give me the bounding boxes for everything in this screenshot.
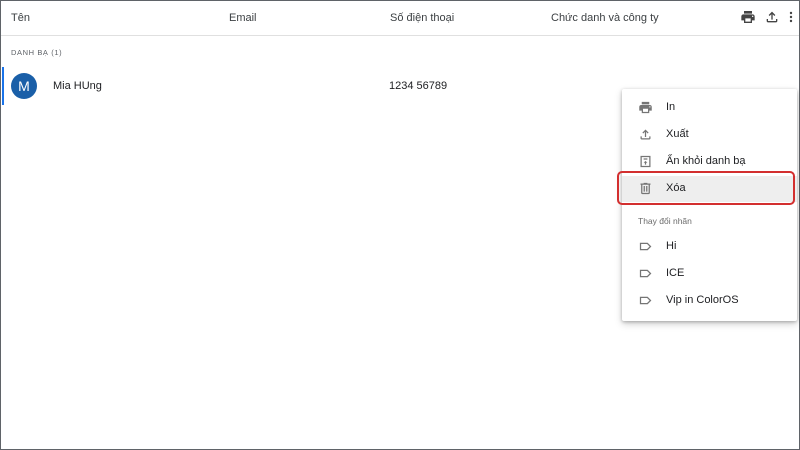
menu-item-label: Hi: [666, 240, 677, 252]
print-icon: [638, 100, 653, 115]
menu-item-hide-contact[interactable]: Ẩn khỏi danh bạ: [622, 149, 797, 175]
change-label-heading: Thay đổi nhãn: [638, 216, 692, 226]
contacts-section-label: DANH BẠ (1): [11, 48, 63, 57]
avatar[interactable]: M: [11, 73, 37, 99]
table-header: Tên Email Số điện thoại Chức danh và côn…: [1, 1, 799, 36]
menu-item-label: In: [666, 101, 676, 113]
label-icon: [638, 266, 653, 281]
column-header-name[interactable]: Tên: [11, 12, 30, 24]
export-icon: [638, 127, 653, 142]
hide-contact-icon: [638, 154, 653, 169]
contact-name: Mia HUng: [53, 80, 102, 92]
selection-indicator: [2, 67, 4, 105]
app-window: Tên Email Số điện thoại Chức danh và côn…: [0, 0, 800, 450]
menu-item-label-hi[interactable]: Hi: [622, 234, 797, 260]
column-header-title-company[interactable]: Chức danh và công ty: [551, 12, 659, 24]
menu-item-label: Xuất: [666, 128, 689, 140]
menu-item-label: Xóa: [666, 182, 686, 194]
label-icon: [638, 239, 653, 254]
avatar-letter: M: [18, 78, 30, 94]
menu-item-label: ICE: [666, 267, 685, 279]
label-icon: [638, 293, 653, 308]
trash-icon: [638, 181, 653, 196]
menu-item-export[interactable]: Xuất: [622, 122, 797, 148]
menu-item-label-ice[interactable]: ICE: [622, 261, 797, 287]
more-vert-icon[interactable]: [787, 9, 795, 25]
column-header-email[interactable]: Email: [229, 12, 257, 24]
menu-item-print[interactable]: In: [622, 95, 797, 121]
menu-item-delete[interactable]: Xóa: [622, 176, 797, 202]
menu-item-label: Ẩn khỏi danh bạ: [666, 155, 746, 167]
menu-item-label-vip[interactable]: Vip in ColorOS: [622, 288, 797, 314]
menu-item-label: Vip in ColorOS: [666, 294, 739, 306]
more-actions-menu: In Xuất Ẩn khỏi danh bạ Xóa Thay đổi nhã…: [622, 89, 797, 321]
print-icon[interactable]: [740, 9, 756, 25]
contact-phone: 1234 56789: [389, 80, 448, 92]
export-icon[interactable]: [764, 9, 780, 25]
column-header-phone[interactable]: Số điện thoại: [390, 12, 454, 24]
